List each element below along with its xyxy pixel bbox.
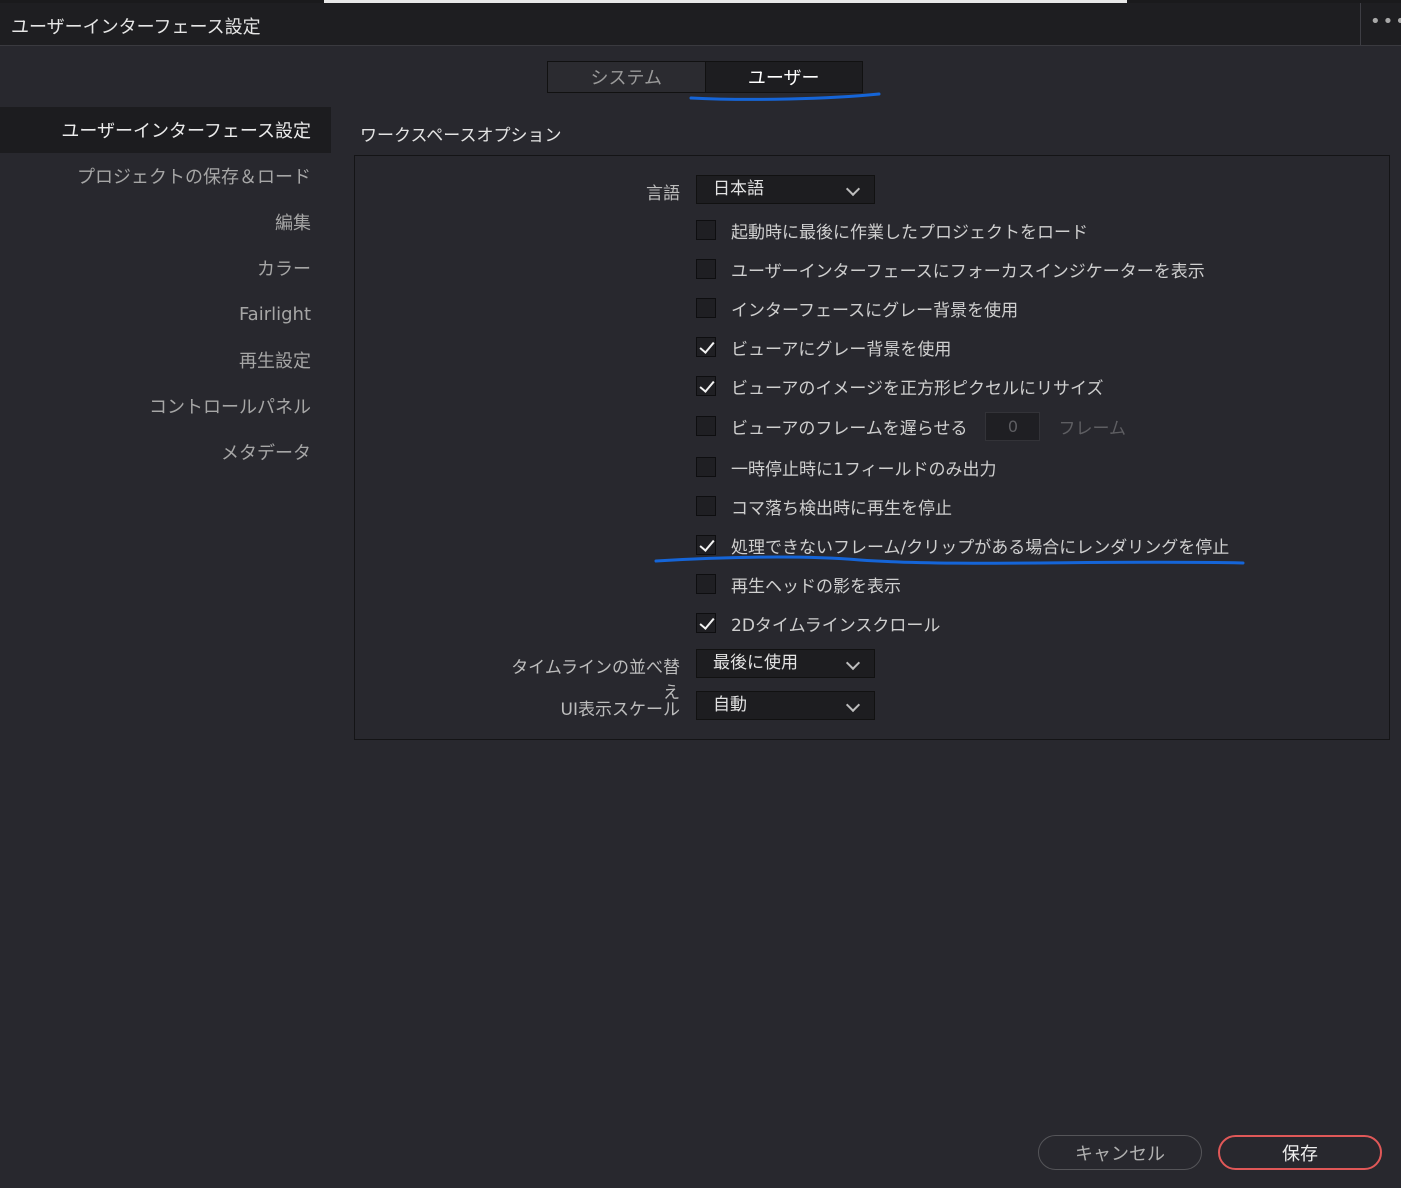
checkbox[interactable]	[696, 613, 716, 633]
section-title: ワークスペースオプション	[360, 126, 562, 146]
checkbox[interactable]	[696, 416, 716, 436]
option-label: ユーザーインターフェースにフォーカスインジケーターを表示	[731, 261, 1205, 282]
option-label: ビューアにグレー背景を使用	[731, 339, 952, 360]
language-select[interactable]: 日本語	[696, 175, 875, 204]
sidebar-item-playback[interactable]: 再生設定	[0, 337, 331, 383]
option-stop-render-on-error[interactable]: 処理できないフレーム/クリップがある場合にレンダリングを停止	[696, 532, 1229, 558]
option-label: 2Dタイムラインスクロール	[731, 615, 941, 636]
save-button[interactable]: 保存	[1218, 1135, 1382, 1170]
checkbox[interactable]	[696, 337, 716, 357]
option-stop-on-dropped-frames[interactable]: コマ落ち検出時に再生を停止	[696, 493, 952, 519]
annotation-underline-user-tab	[689, 92, 881, 101]
option-label: 処理できないフレーム/クリップがある場合にレンダリングを停止	[731, 537, 1230, 558]
option-label: ビューアのイメージを正方形ピクセルにリサイズ	[731, 378, 1104, 399]
checkmark-icon	[699, 377, 715, 393]
option-label: 一時停止時に1フィールドのみ出力	[731, 459, 997, 480]
ui-scale-value: 自動	[713, 695, 747, 715]
option-label: コマ落ち検出時に再生を停止	[731, 498, 952, 519]
checkbox[interactable]	[696, 220, 716, 240]
option-focus-indicator[interactable]: ユーザーインターフェースにフォーカスインジケーターを表示	[696, 256, 1205, 282]
option-label: ビューアのフレームを遅らせる	[731, 418, 968, 439]
checkmark-icon	[699, 614, 715, 630]
more-options-icon[interactable]: •••	[1370, 11, 1401, 32]
option-delay-viewer-frames[interactable]: ビューアのフレームを遅らせる 0 フレーム	[696, 411, 1126, 441]
sidebar: ユーザーインターフェース設定 プロジェクトの保存＆ロード 編集 カラー Fair…	[0, 107, 331, 475]
chevron-down-icon	[845, 697, 861, 713]
title-bar: ユーザーインターフェース設定 •••	[0, 3, 1401, 46]
ui-scale-select[interactable]: 自動	[696, 691, 875, 720]
tab-system[interactable]: システム	[548, 62, 706, 92]
timeline-sort-value: 最後に使用	[713, 653, 798, 673]
frame-suffix: フレーム	[1058, 418, 1126, 439]
sidebar-item-edit[interactable]: 編集	[0, 199, 331, 245]
checkbox[interactable]	[696, 574, 716, 594]
checkbox[interactable]	[696, 259, 716, 279]
ui-scale-label: UI表示スケール	[560, 700, 680, 720]
sidebar-item-control-panels[interactable]: コントロールパネル	[0, 383, 331, 429]
checkbox[interactable]	[696, 535, 716, 555]
checkbox[interactable]	[696, 298, 716, 318]
option-gray-interface-bg[interactable]: インターフェースにグレー背景を使用	[696, 295, 1018, 321]
option-playhead-shadow[interactable]: 再生ヘッドの影を表示	[696, 571, 901, 597]
window-title: ユーザーインターフェース設定	[11, 17, 261, 38]
language-value: 日本語	[713, 179, 764, 199]
option-label: 起動時に最後に作業したプロジェクトをロード	[731, 222, 1088, 243]
option-label: 再生ヘッドの影を表示	[731, 576, 901, 597]
checkmark-icon	[699, 338, 715, 354]
option-2d-timeline-scroll[interactable]: 2Dタイムラインスクロール	[696, 610, 940, 636]
option-label: インターフェースにグレー背景を使用	[731, 300, 1019, 321]
cancel-button[interactable]: キャンセル	[1038, 1135, 1202, 1170]
chevron-down-icon	[845, 655, 861, 671]
option-load-last-project[interactable]: 起動時に最後に作業したプロジェクトをロード	[696, 217, 1088, 243]
checkbox[interactable]	[696, 376, 716, 396]
title-divider	[1360, 3, 1361, 45]
checkmark-icon	[699, 536, 715, 552]
timeline-sort-select[interactable]: 最後に使用	[696, 649, 875, 678]
tab-user[interactable]: ユーザー	[705, 62, 862, 92]
option-single-field[interactable]: 一時停止時に1フィールドのみ出力	[696, 454, 996, 480]
chevron-down-icon	[845, 181, 861, 197]
settings-tabs: システム ユーザー	[547, 61, 863, 93]
sidebar-item-metadata[interactable]: メタデータ	[0, 429, 331, 475]
sidebar-item-fairlight[interactable]: Fairlight	[0, 291, 331, 337]
sidebar-item-project-save-load[interactable]: プロジェクトの保存＆ロード	[0, 153, 331, 199]
checkbox[interactable]	[696, 496, 716, 516]
language-label: 言語	[646, 184, 680, 204]
sidebar-item-color[interactable]: カラー	[0, 245, 331, 291]
frame-delay-input[interactable]: 0	[985, 411, 1041, 441]
option-gray-viewer-bg[interactable]: ビューアにグレー背景を使用	[696, 334, 951, 360]
sidebar-item-ui-settings[interactable]: ユーザーインターフェース設定	[0, 107, 331, 153]
option-square-pixels[interactable]: ビューアのイメージを正方形ピクセルにリサイズ	[696, 373, 1103, 399]
checkbox[interactable]	[696, 457, 716, 477]
